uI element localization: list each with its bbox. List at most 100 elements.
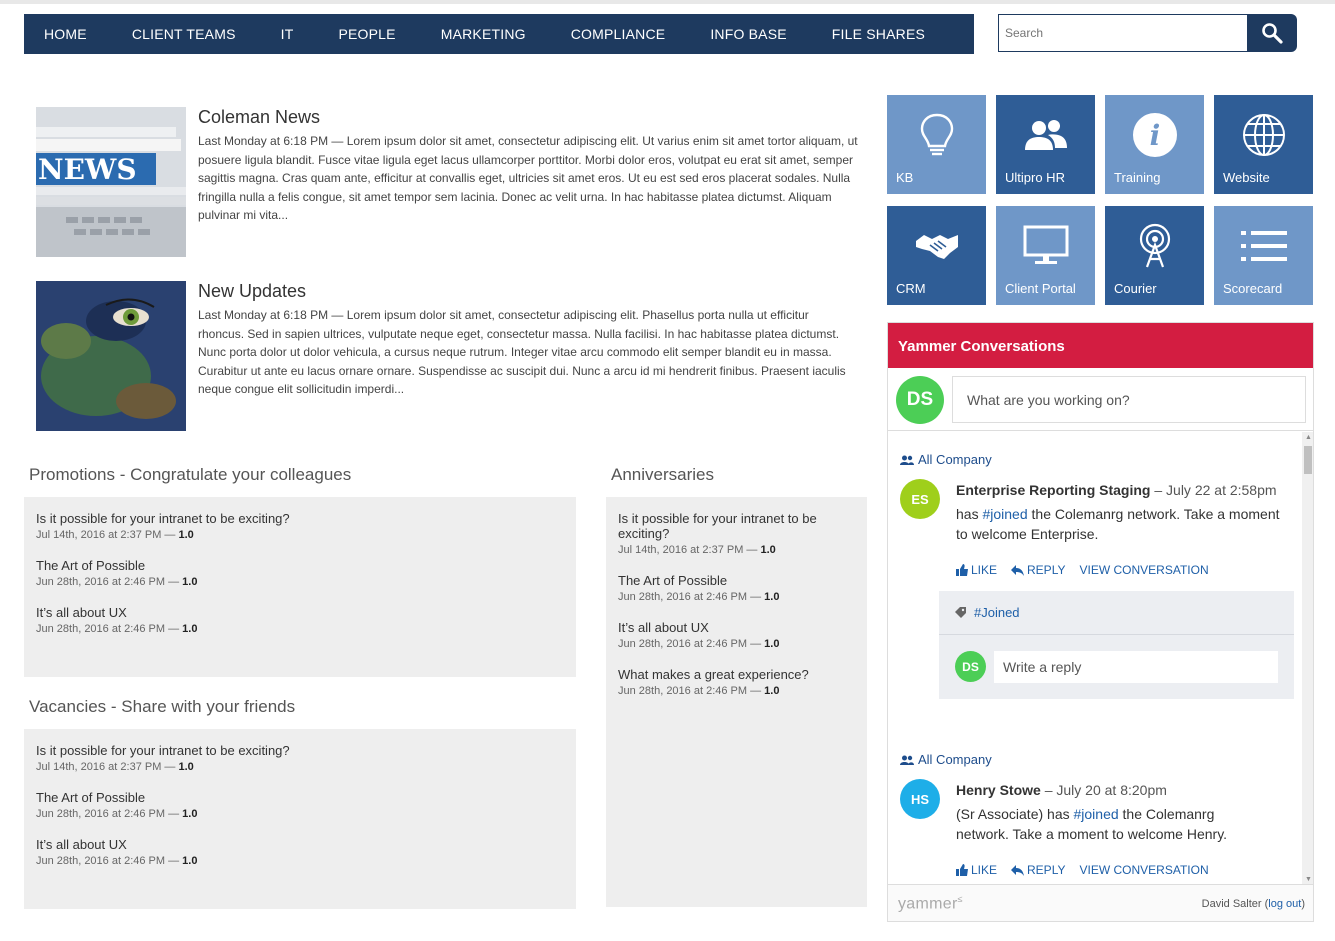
feed-scrollbar[interactable]: ▲ ▼ bbox=[1302, 432, 1313, 884]
post-author[interactable]: Enterprise Reporting Staging bbox=[956, 482, 1150, 498]
reply-button[interactable]: REPLY bbox=[1011, 563, 1065, 577]
tile-client-portal[interactable]: Client Portal bbox=[996, 206, 1095, 305]
tile-scorecard[interactable]: Scorecard bbox=[1214, 206, 1313, 305]
news-excerpt: Last Monday at 6:18 PM — Lorem ipsum dol… bbox=[198, 308, 846, 396]
item-title[interactable]: The Art of Possible bbox=[36, 790, 564, 805]
item-title[interactable]: The Art of Possible bbox=[618, 573, 855, 588]
scroll-down-icon[interactable]: ▼ bbox=[1305, 876, 1312, 883]
compose-input[interactable]: What are you working on? bbox=[952, 376, 1306, 423]
list-item[interactable]: The Art of Possible Jun 28th, 2016 at 2:… bbox=[24, 790, 576, 820]
yammer-widget: Yammer Conversations DS What are you wor… bbox=[887, 322, 1314, 922]
tile-label: KB bbox=[896, 170, 914, 185]
nav-item-file-shares[interactable]: FILE SHARES bbox=[832, 26, 925, 42]
tile-label: Website bbox=[1223, 170, 1270, 185]
list-item[interactable]: The Art of Possible Jun 28th, 2016 at 2:… bbox=[606, 573, 867, 603]
group-link[interactable]: All Company bbox=[900, 752, 992, 767]
nav-item-client-teams[interactable]: CLIENT TEAMS bbox=[132, 26, 236, 42]
view-conversation-link[interactable]: VIEW CONVERSATION bbox=[1079, 563, 1208, 577]
tile-courier[interactable]: Courier bbox=[1105, 206, 1204, 305]
post-header: Enterprise Reporting Staging – July 22 a… bbox=[956, 482, 1296, 500]
yammer-composer: DS What are you working on? bbox=[888, 368, 1313, 431]
item-title[interactable]: Is it possible for your intranet to be e… bbox=[36, 743, 564, 758]
tile-training[interactable]: i Training bbox=[1105, 95, 1204, 194]
nav-item-it[interactable]: IT bbox=[281, 26, 294, 42]
top-strip bbox=[0, 0, 1335, 4]
tile-website[interactable]: Website bbox=[1214, 95, 1313, 194]
svg-text:i: i bbox=[1149, 119, 1160, 152]
post-time: – July 22 at 2:58pm bbox=[1150, 482, 1277, 498]
news-thumbnail[interactable] bbox=[36, 281, 186, 431]
yammer-logo[interactable]: yammer≤ bbox=[898, 894, 963, 913]
tile-label: Scorecard bbox=[1223, 281, 1283, 296]
reply-icon bbox=[1011, 564, 1025, 576]
thumbs-up-icon bbox=[956, 564, 968, 576]
yammer-title: Yammer Conversations bbox=[888, 323, 1313, 368]
list-item[interactable]: It’s all about UX Jun 28th, 2016 at 2:46… bbox=[606, 620, 867, 650]
nav-item-marketing[interactable]: MARKETING bbox=[441, 26, 526, 42]
tile-crm[interactable]: CRM bbox=[887, 206, 986, 305]
scroll-thumb[interactable] bbox=[1304, 446, 1312, 474]
post-body: has #joined the Colemanrg network. Take … bbox=[956, 506, 1280, 542]
topic-link[interactable]: #Joined bbox=[955, 605, 1020, 620]
news-title[interactable]: New Updates bbox=[198, 281, 306, 302]
tag-icon bbox=[955, 607, 966, 618]
news-excerpt: Last Monday at 6:18 PM — Lorem ipsum dol… bbox=[198, 134, 858, 222]
reply-input[interactable]: Write a reply bbox=[994, 651, 1278, 683]
author-avatar[interactable]: HS bbox=[900, 779, 940, 819]
item-title[interactable]: It’s all about UX bbox=[36, 605, 564, 620]
search-icon bbox=[1262, 23, 1283, 44]
news-title[interactable]: Coleman News bbox=[198, 107, 320, 128]
search-input[interactable] bbox=[998, 14, 1247, 52]
list-item[interactable]: Is it possible for your intranet to be e… bbox=[606, 511, 867, 556]
list-item[interactable]: What makes a great experience? Jun 28th,… bbox=[606, 667, 867, 697]
anniversaries-list: Is it possible for your intranet to be e… bbox=[606, 497, 867, 907]
news-thumbnail[interactable]: NEWS bbox=[36, 107, 186, 257]
item-title[interactable]: It’s all about UX bbox=[36, 837, 564, 852]
nav-item-compliance[interactable]: COMPLIANCE bbox=[571, 26, 666, 42]
hashtag-link[interactable]: #joined bbox=[982, 506, 1027, 522]
nav-item-home[interactable]: HOME bbox=[44, 26, 87, 42]
item-meta: Jul 14th, 2016 at 2:37 PM — 1.0 bbox=[36, 761, 194, 773]
item-meta: Jun 28th, 2016 at 2:46 PM — 1.0 bbox=[618, 591, 780, 603]
item-meta: Jun 28th, 2016 at 2:46 PM — 1.0 bbox=[36, 855, 198, 867]
like-button[interactable]: LIKE bbox=[956, 563, 997, 577]
list-item[interactable]: It’s all about UX Jun 28th, 2016 at 2:46… bbox=[24, 605, 576, 635]
logout-link[interactable]: log out bbox=[1268, 898, 1301, 910]
tile-label: Courier bbox=[1114, 281, 1157, 296]
like-button[interactable]: LIKE bbox=[956, 863, 997, 877]
nav-item-people[interactable]: PEOPLE bbox=[338, 26, 395, 42]
post-actions: LIKE REPLY VIEW CONVERSATION bbox=[956, 863, 1209, 877]
reply-icon bbox=[1011, 864, 1025, 876]
list-item[interactable]: Is it possible for your intranet to be e… bbox=[24, 743, 576, 773]
post-author[interactable]: Henry Stowe bbox=[956, 782, 1041, 798]
item-title[interactable]: It’s all about UX bbox=[618, 620, 855, 635]
thumbs-up-icon bbox=[956, 864, 968, 876]
nav-item-info-base[interactable]: INFO BASE bbox=[710, 26, 786, 42]
group-icon bbox=[900, 455, 914, 465]
tile-kb[interactable]: KB bbox=[887, 95, 986, 194]
group-link[interactable]: All Company bbox=[900, 452, 992, 467]
tile-label: CRM bbox=[896, 281, 926, 296]
item-title[interactable]: Is it possible for your intranet to be e… bbox=[618, 511, 855, 541]
tile-ultipro-hr[interactable]: Ultipro HR bbox=[996, 95, 1095, 194]
item-meta: Jun 28th, 2016 at 2:46 PM — 1.0 bbox=[36, 623, 198, 635]
scroll-up-icon[interactable]: ▲ bbox=[1305, 434, 1312, 441]
list-item[interactable]: Is it possible for your intranet to be e… bbox=[24, 511, 576, 541]
divider bbox=[939, 634, 1294, 635]
item-title[interactable]: What makes a great experience? bbox=[618, 667, 855, 682]
list-item[interactable]: The Art of Possible Jun 28th, 2016 at 2:… bbox=[24, 558, 576, 588]
antenna-icon bbox=[1139, 223, 1170, 268]
hashtag-link[interactable]: #joined bbox=[1074, 806, 1119, 822]
item-title[interactable]: Is it possible for your intranet to be e… bbox=[36, 511, 564, 526]
view-conversation-link[interactable]: VIEW CONVERSATION bbox=[1079, 863, 1208, 877]
vacancies-title: Vacancies - Share with your friends bbox=[29, 697, 296, 716]
promotions-title: Promotions - Congratulate your colleague… bbox=[29, 465, 352, 484]
author-avatar[interactable]: ES bbox=[900, 479, 940, 519]
item-meta: Jun 28th, 2016 at 2:46 PM — 1.0 bbox=[618, 638, 780, 650]
item-title[interactable]: The Art of Possible bbox=[36, 558, 564, 573]
handshake-icon bbox=[915, 235, 958, 259]
search-button[interactable] bbox=[1247, 14, 1297, 52]
promotions-list: Is it possible for your intranet to be e… bbox=[24, 497, 576, 677]
list-item[interactable]: It’s all about UX Jun 28th, 2016 at 2:46… bbox=[24, 837, 576, 867]
reply-button[interactable]: REPLY bbox=[1011, 863, 1065, 877]
